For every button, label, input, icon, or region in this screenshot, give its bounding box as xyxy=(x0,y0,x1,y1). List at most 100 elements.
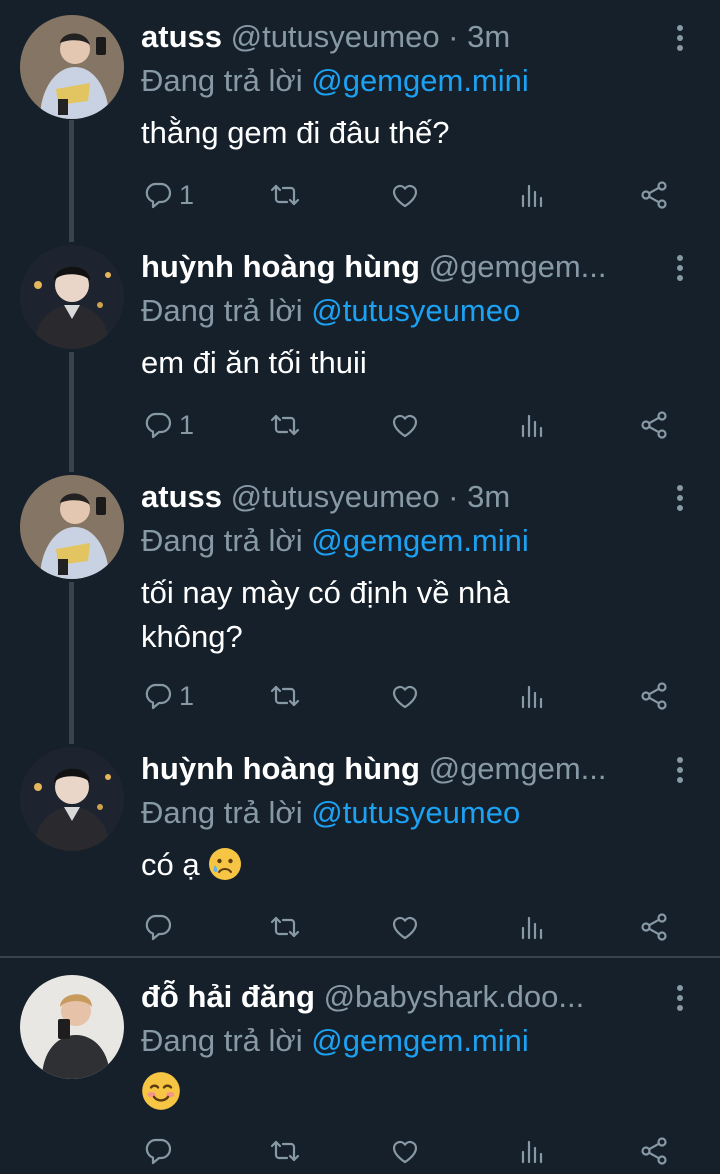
tweet-text-line: tối nay mày có định về nhà xyxy=(141,575,510,610)
retweet-button[interactable] xyxy=(270,405,300,445)
like-button[interactable] xyxy=(390,175,420,215)
replying-to-prefix: Đang trả lời xyxy=(141,63,312,98)
reply-icon xyxy=(143,681,173,711)
atuss-avatar[interactable] xyxy=(20,475,124,579)
reply-button[interactable] xyxy=(143,1131,173,1171)
analytics-icon xyxy=(516,410,546,440)
user-handle: @gemgem... xyxy=(428,751,607,786)
reply-button[interactable]: 1 xyxy=(143,175,194,215)
retweet-button[interactable] xyxy=(270,1131,300,1171)
action-bar xyxy=(0,1131,720,1171)
user-handle: @tutusyeumeo · 3m xyxy=(230,19,511,54)
display-name[interactable]: atuss xyxy=(141,479,222,514)
share-button[interactable] xyxy=(639,175,669,215)
tweet-text-line: thằng gem đi đâu thế? xyxy=(141,115,450,150)
tweet-text: có ạ xyxy=(141,843,242,887)
display-name[interactable]: đỗ hải đăng xyxy=(141,979,315,1014)
tweet-text: thằng gem đi đâu thế? xyxy=(141,111,450,155)
hung-avatar[interactable] xyxy=(20,245,124,349)
replying-to-prefix: Đang trả lời xyxy=(141,293,312,328)
replying-to-prefix: Đang trả lời xyxy=(141,523,312,558)
reply-button[interactable] xyxy=(143,907,173,947)
atuss-avatar[interactable] xyxy=(20,15,124,119)
tweet[interactable]: đỗ hải đăng @babyshark.doo... Đang trả l… xyxy=(0,975,720,1174)
like-button[interactable] xyxy=(390,676,420,716)
more-vertical-icon[interactable] xyxy=(676,985,684,1013)
user-handle: @tutusyeumeo · 3m xyxy=(230,479,511,514)
analytics-button[interactable] xyxy=(516,907,546,947)
analytics-button[interactable] xyxy=(516,175,546,215)
analytics-icon xyxy=(516,681,546,711)
tweet-header: atuss @tutusyeumeo · 3m xyxy=(141,475,658,519)
retweet-icon xyxy=(270,1136,300,1166)
like-button[interactable] xyxy=(390,405,420,445)
more-vertical-icon[interactable] xyxy=(676,25,684,53)
share-button[interactable] xyxy=(639,405,669,445)
dang-avatar[interactable] xyxy=(20,975,124,1079)
tweet-text xyxy=(141,1071,180,1117)
replying-to-prefix: Đang trả lời xyxy=(141,1023,312,1058)
mention-link[interactable]: @tutusyeumeo xyxy=(311,293,520,328)
analytics-button[interactable] xyxy=(516,405,546,445)
retweet-icon xyxy=(270,681,300,711)
analytics-button[interactable] xyxy=(516,1131,546,1171)
like-button[interactable] xyxy=(390,907,420,947)
analytics-icon xyxy=(516,1136,546,1166)
share-button[interactable] xyxy=(639,1131,669,1171)
mention-link[interactable]: @tutusyeumeo xyxy=(311,795,520,830)
display-name[interactable]: huỳnh hoàng hùng xyxy=(141,249,420,284)
retweet-button[interactable] xyxy=(270,175,300,215)
reply-button[interactable]: 1 xyxy=(143,405,194,445)
heart-icon xyxy=(390,912,420,942)
replying-to: Đang trả lời @gemgem.mini xyxy=(141,519,529,563)
tweet-header: đỗ hải đăng @babyshark.doo... xyxy=(141,975,658,1019)
thread-divider xyxy=(0,956,720,958)
heart-icon xyxy=(390,410,420,440)
tweet[interactable]: atuss @tutusyeumeo · 3m Đang trả lời @ge… xyxy=(0,15,720,215)
share-button[interactable] xyxy=(639,676,669,716)
action-bar: 1 xyxy=(0,405,720,445)
action-bar: 1 xyxy=(0,175,720,215)
display-name[interactable]: atuss xyxy=(141,19,222,54)
share-icon xyxy=(639,180,669,210)
retweet-button[interactable] xyxy=(270,907,300,947)
more-vertical-icon[interactable] xyxy=(676,757,684,785)
reply-button[interactable]: 1 xyxy=(143,676,194,716)
reply-count: 1 xyxy=(179,680,195,711)
share-icon xyxy=(639,681,669,711)
replying-to: Đang trả lời @gemgem.mini xyxy=(141,1019,529,1063)
heart-icon xyxy=(390,1136,420,1166)
heart-icon xyxy=(390,681,420,711)
tweet[interactable]: huỳnh hoàng hùng @gemgem... Đang trả lời… xyxy=(0,245,720,445)
reply-count: 1 xyxy=(179,409,195,440)
tweet-header: huỳnh hoàng hùng @gemgem... xyxy=(141,245,658,289)
tweet-header: atuss @tutusyeumeo · 3m xyxy=(141,15,658,59)
share-icon xyxy=(639,912,669,942)
display-name[interactable]: huỳnh hoàng hùng xyxy=(141,751,420,786)
heart-icon xyxy=(390,180,420,210)
action-bar xyxy=(0,907,720,947)
like-button[interactable] xyxy=(390,1131,420,1171)
analytics-icon xyxy=(516,180,546,210)
hung-avatar[interactable] xyxy=(20,747,124,851)
mention-link[interactable]: @gemgem.mini xyxy=(311,523,529,558)
tweet-text: tối nay mày có định về nhà không? xyxy=(141,571,510,659)
retweet-icon xyxy=(270,180,300,210)
analytics-button[interactable] xyxy=(516,676,546,716)
smiling-blush-emoji xyxy=(141,1071,180,1110)
more-vertical-icon[interactable] xyxy=(676,485,684,513)
mention-link[interactable]: @gemgem.mini xyxy=(311,63,529,98)
replying-to: Đang trả lời @tutusyeumeo xyxy=(141,289,520,333)
share-icon xyxy=(639,410,669,440)
tweet[interactable]: huỳnh hoàng hùng @gemgem... Đang trả lời… xyxy=(0,747,720,947)
share-button[interactable] xyxy=(639,907,669,947)
tweet[interactable]: atuss @tutusyeumeo · 3m Đang trả lời @ge… xyxy=(0,475,720,719)
user-handle: @gemgem... xyxy=(428,249,607,284)
retweet-button[interactable] xyxy=(270,676,300,716)
tweet-text-line: không? xyxy=(141,619,243,654)
mention-link[interactable]: @gemgem.mini xyxy=(311,1023,529,1058)
reply-icon xyxy=(143,1136,173,1166)
more-vertical-icon[interactable] xyxy=(676,255,684,283)
retweet-icon xyxy=(270,410,300,440)
tweet-text-line: em đi ăn tối thuii xyxy=(141,345,367,380)
